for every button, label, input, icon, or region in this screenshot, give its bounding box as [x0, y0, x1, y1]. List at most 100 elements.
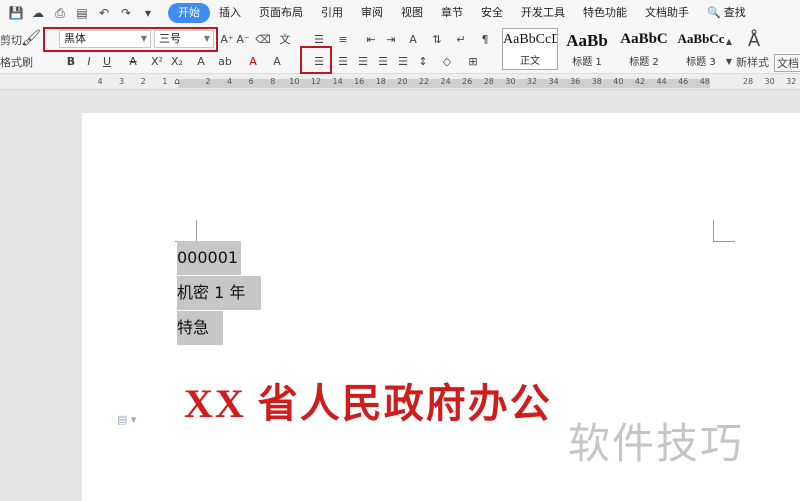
paragraph-layout-icon[interactable]: ▤ ▾: [117, 413, 136, 426]
tab-special-features[interactable]: 特色功能: [574, 3, 636, 23]
clear-format-icon[interactable]: ⌫: [255, 32, 271, 46]
margin-corner-top-right: [713, 220, 735, 242]
tab-security[interactable]: 安全: [472, 3, 512, 23]
ruler-tick-label: 28: [742, 77, 754, 86]
grow-font-icon[interactable]: A⁺: [220, 32, 234, 46]
ruler-tick-label: 40: [613, 77, 624, 86]
margin-corner-top-left: [175, 220, 197, 242]
search-tab[interactable]: 🔍 查找: [698, 3, 755, 23]
ruler-tick-label: 3: [119, 77, 125, 86]
tab-references[interactable]: 引用: [312, 3, 352, 23]
font-highlight-box: [43, 27, 218, 52]
doc-line-urgency[interactable]: 特急: [177, 311, 223, 345]
sort-icon[interactable]: ⇅: [430, 32, 444, 46]
style-heading-3[interactable]: AaBbCc 标题 3: [673, 28, 729, 70]
undo-icon[interactable]: ↶: [94, 3, 114, 23]
line-spacing-icon[interactable]: ↕: [416, 54, 430, 68]
doc-line-serial-number[interactable]: 000001: [177, 241, 241, 275]
style-name: 标题 3: [686, 57, 716, 68]
underline-icon[interactable]: U: [100, 54, 114, 68]
wps-cloud-icon[interactable]: ☁: [28, 3, 48, 23]
numbering-icon[interactable]: ≡: [336, 32, 350, 46]
subscript-icon[interactable]: X₂: [170, 54, 184, 68]
ruler-tick-label: 2: [205, 77, 211, 86]
tab-section[interactable]: 章节: [432, 3, 472, 23]
align-center-icon[interactable]: ☰: [336, 54, 350, 68]
menu-bar: 💾 ☁ ⎙ ▤ ↶ ↷ ▾ 开始 插入 页面布局 引用 审阅 视图 章节 安全 …: [0, 0, 800, 26]
tab-view[interactable]: 视图: [392, 3, 432, 23]
strikethrough-icon[interactable]: A: [126, 54, 140, 68]
increase-indent-icon[interactable]: ⇥: [384, 32, 398, 46]
ruler-tick-label: 36: [570, 77, 581, 86]
ribbon-tabs: 开始 插入 页面布局 引用 审阅 视图 章节 安全 开发工具 特色功能 文档助手…: [168, 3, 755, 23]
justify-icon[interactable]: ☰: [376, 54, 390, 68]
style-name: 标题 2: [629, 57, 659, 68]
text-effect-icon[interactable]: A: [194, 54, 208, 68]
styles-scroll-icon[interactable]: ▲: [722, 34, 736, 48]
style-heading-2[interactable]: AaBbC 标题 2: [616, 28, 672, 70]
tab-home[interactable]: 开始: [168, 3, 210, 23]
decrease-indent-icon[interactable]: ⇤: [364, 32, 378, 46]
ruler-tick-label: 32: [526, 77, 538, 86]
styles-gallery: AaBbCcD 正文 AaBb 标题 1 AaBbC 标题 2 AaBbCc 标…: [502, 28, 730, 70]
highlight-icon[interactable]: ab: [218, 54, 232, 68]
tab-page-layout[interactable]: 页面布局: [250, 3, 312, 23]
indent-marker-icon[interactable]: ⌂: [170, 75, 184, 89]
ruler-tick-label: 14: [332, 77, 343, 86]
new-style-icon[interactable]: Å: [744, 30, 764, 51]
phonetic-guide-icon[interactable]: 文: [278, 32, 292, 46]
bold-icon[interactable]: B: [64, 54, 78, 68]
character-border-icon[interactable]: A: [270, 54, 284, 68]
ruler-tick-label: 38: [591, 77, 602, 86]
doc-line-secrecy-level[interactable]: 机密 1 年: [177, 276, 261, 310]
ruler-tick-label: 42: [634, 77, 646, 86]
search-label: 查找: [723, 6, 746, 19]
tab-review[interactable]: 审阅: [352, 3, 392, 23]
ruler-tick-label: 12: [310, 77, 322, 86]
ruler-tick-label: 34: [548, 77, 559, 86]
tab-insert[interactable]: 插入: [210, 3, 250, 23]
tab-document-assistant[interactable]: 文档助手: [636, 3, 698, 23]
print-preview-icon[interactable]: ▤: [72, 3, 92, 23]
horizontal-ruler[interactable]: 4 3 2 1 2 4 6 8 10 12 14 16 18 20 22 24 26 28 30 32 34 36 38 40…: [0, 74, 800, 90]
bullets-icon[interactable]: ☰: [312, 32, 326, 46]
customize-toolbar-icon[interactable]: ▾: [138, 3, 158, 23]
format-painter-button[interactable]: 格式刷: [0, 54, 33, 70]
ruler-tick-label: 18: [375, 77, 386, 86]
styles-expand-icon[interactable]: ▼: [722, 54, 736, 68]
shading-icon[interactable]: ◇: [440, 54, 454, 68]
ruler-tick-label: 16: [354, 77, 365, 86]
new-style-button[interactable]: 新样式: [736, 54, 769, 70]
red-document-header[interactable]: XX 省人民政府办公: [184, 371, 552, 429]
style-heading-1[interactable]: AaBb 标题 1: [559, 28, 615, 70]
ruler-tick-label: 6: [248, 77, 254, 86]
shrink-font-icon[interactable]: A⁻: [236, 32, 250, 46]
ruler-tick-label: 28: [483, 77, 494, 86]
distributed-icon[interactable]: ☰: [396, 54, 410, 68]
paragraph-settings-icon[interactable]: ¶: [478, 32, 492, 46]
chinese-layout-icon[interactable]: A: [406, 32, 420, 46]
ruler-tick-label: 48: [699, 77, 710, 86]
style-normal[interactable]: AaBbCcD 正文: [502, 28, 558, 70]
ruler-tick-label: 32: [786, 77, 797, 86]
superscript-icon[interactable]: X²: [150, 54, 164, 68]
redo-icon[interactable]: ↷: [116, 3, 136, 23]
style-name: 标题 1: [572, 57, 602, 68]
italic-icon[interactable]: I: [82, 54, 96, 68]
save-icon[interactable]: 💾: [6, 3, 26, 23]
cut-button[interactable]: 剪切: [0, 32, 22, 48]
ruler-tick-label: 24: [440, 77, 451, 86]
print-icon[interactable]: ⎙: [50, 3, 70, 23]
tab-developer[interactable]: 开发工具: [512, 3, 574, 23]
ruler-tick-label: 10: [289, 77, 300, 86]
watermark-text: 软件技巧: [568, 419, 745, 468]
style-preview: AaBbCcD: [503, 32, 557, 47]
format-painter-icon[interactable]: 🖌: [21, 28, 41, 47]
document-tools-button[interactable]: 文档: [774, 54, 800, 72]
borders-icon[interactable]: ⊞: [466, 54, 480, 68]
align-right-icon[interactable]: ☰: [356, 54, 370, 68]
font-color-icon[interactable]: A: [246, 54, 260, 68]
show-hide-marks-icon[interactable]: ↵: [454, 32, 468, 46]
ruler-tick-label: 26: [462, 77, 473, 86]
ruler-tick-label: 30: [764, 77, 775, 86]
